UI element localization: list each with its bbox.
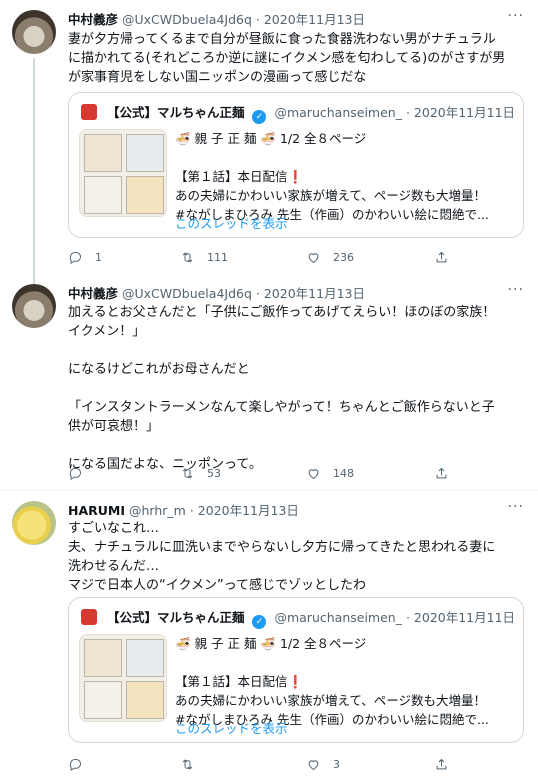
like-count: 236 (333, 251, 354, 264)
user-handle[interactable]: @UxCWDbuela4Jd6q (122, 286, 252, 301)
share-icon (436, 758, 447, 770)
like-button[interactable]: 236 (306, 250, 354, 265)
heart-icon (308, 760, 319, 771)
tweet[interactable]: 中村義彦 @UxCWDbuela4Jd6q · 2020年11月13日 ··· … (0, 278, 538, 490)
tweet-date[interactable]: 2020年11月13日 (264, 286, 365, 301)
like-count: 148 (333, 467, 354, 480)
more-options-icon[interactable]: ··· (508, 8, 524, 24)
retweet-icon (182, 468, 193, 479)
timeline-feed: 中村義彦 @UxCWDbuela4Jd6q · 2020年11月13日 ··· … (0, 0, 538, 779)
tweet-date[interactable]: 2020年11月13日 (264, 12, 365, 27)
reply-icon (69, 759, 81, 772)
verified-badge-icon: ✓ (252, 615, 267, 629)
quoted-tweet[interactable]: 【公式】マルちゃん正麺 ✓ @maruchanseimen_ · 2020年11… (68, 92, 524, 238)
like-button[interactable]: 148 (306, 466, 354, 481)
retweet-count: 111 (207, 251, 228, 264)
reply-button[interactable] (68, 466, 95, 481)
thread-line (33, 58, 35, 280)
tweet[interactable]: HARUMI @hrhr_m · 2020年11月13日 ··· すごいなこれ…… (0, 491, 538, 779)
show-thread-link[interactable]: このスレッドを表示 (175, 213, 288, 232)
reply-icon (69, 468, 81, 481)
retweet-icon (182, 252, 193, 263)
tweet-actions: 3 (68, 757, 468, 775)
tweet-date[interactable]: 2020年11月13日 (198, 503, 299, 518)
tweet-header: 中村義彦 @UxCWDbuela4Jd6q · 2020年11月13日 (68, 283, 522, 301)
heart-icon (308, 469, 319, 480)
separator-dot: · (189, 503, 194, 518)
display-name[interactable]: 中村義彦 (68, 286, 118, 301)
brand-logo-icon (81, 104, 97, 120)
tweet-header: 中村義彦 @UxCWDbuela4Jd6q · 2020年11月13日 (68, 9, 522, 27)
avatar[interactable] (12, 501, 56, 545)
quoted-tweet-date: 2020年11月11日 (413, 105, 516, 120)
share-button[interactable] (434, 466, 449, 481)
brand-logo-icon (81, 609, 97, 625)
quoted-tweet-date: 2020年11月11日 (413, 610, 516, 625)
avatar[interactable] (12, 284, 56, 328)
separator-dot: · (405, 105, 410, 120)
retweet-count: 53 (207, 467, 221, 480)
quoted-tweet-text: 🍜 親 子 正 麺 🍜 1/2 全８ページ 【第１話】本日配信❗ あの夫婦にかわ… (175, 131, 489, 222)
user-handle[interactable]: @hrhr_m (129, 503, 186, 518)
heart-icon (308, 253, 319, 264)
separator-dot: · (255, 286, 260, 301)
display-name[interactable]: HARUMI (68, 503, 125, 518)
tweet-text: 加えるとお父さんだと「子供にご飯作ってあげてえらい！ほのぼの家族！ イクメン！」… (68, 305, 496, 472)
retweet-button[interactable]: 111 (180, 250, 228, 265)
retweet-button[interactable] (180, 757, 207, 772)
retweet-button[interactable]: 53 (180, 466, 221, 481)
quoted-media-thumbnail[interactable] (79, 634, 167, 722)
quoted-tweet[interactable]: 【公式】マルちゃん正麺 ✓ @maruchanseimen_ · 2020年11… (68, 597, 524, 743)
quoted-user-handle: @maruchanseimen_ (274, 105, 402, 120)
quoted-display-name: 【公式】マルちゃん正麺 (106, 610, 245, 625)
quoted-tweet-text: 🍜 親 子 正 麺 🍜 1/2 全８ページ 【第１話】本日配信❗ あの夫婦にかわ… (175, 636, 489, 727)
tweet-actions: 53 148 (68, 466, 468, 484)
tweet-actions: 1 111 236 (68, 250, 468, 268)
reply-button[interactable] (68, 757, 95, 772)
like-button[interactable]: 3 (306, 757, 340, 772)
show-thread-link[interactable]: このスレッドを表示 (175, 718, 288, 737)
verified-badge-icon: ✓ (252, 110, 267, 124)
share-button[interactable] (434, 757, 449, 772)
tweet-text: 妻が夕方帰ってくるまで自分が昼飯に食った食器洗わない男がナチュラル に描かれてる… (68, 32, 506, 85)
tweet-text: すごいなこれ… 夫、ナチュラルに皿洗いまでやらないし夕方に帰ってきたと思われる妻… (68, 521, 496, 593)
share-icon (436, 251, 447, 263)
tweet-header: HARUMI @hrhr_m · 2020年11月13日 (68, 500, 522, 518)
quoted-tweet-header: 【公式】マルちゃん正麺 ✓ @maruchanseimen_ · 2020年11… (81, 607, 516, 629)
quoted-display-name: 【公式】マルちゃん正麺 (106, 105, 245, 120)
share-icon (436, 467, 447, 479)
tweet[interactable]: 中村義彦 @UxCWDbuela4Jd6q · 2020年11月13日 ··· … (0, 0, 538, 280)
reply-icon (69, 252, 81, 265)
quoted-media-thumbnail[interactable] (79, 129, 167, 217)
separator-dot: · (255, 12, 260, 27)
more-options-icon[interactable]: ··· (508, 282, 524, 298)
avatar[interactable] (12, 10, 56, 54)
quoted-user-handle: @maruchanseimen_ (274, 610, 402, 625)
reply-button[interactable]: 1 (68, 250, 102, 265)
like-count: 3 (333, 758, 340, 771)
separator-dot: · (405, 610, 410, 625)
reply-count: 1 (95, 251, 102, 264)
share-button[interactable] (434, 250, 449, 265)
retweet-icon (182, 759, 193, 770)
user-handle[interactable]: @UxCWDbuela4Jd6q (122, 12, 252, 27)
display-name[interactable]: 中村義彦 (68, 12, 118, 27)
more-options-icon[interactable]: ··· (508, 499, 524, 515)
quoted-tweet-header: 【公式】マルちゃん正麺 ✓ @maruchanseimen_ · 2020年11… (81, 102, 516, 124)
